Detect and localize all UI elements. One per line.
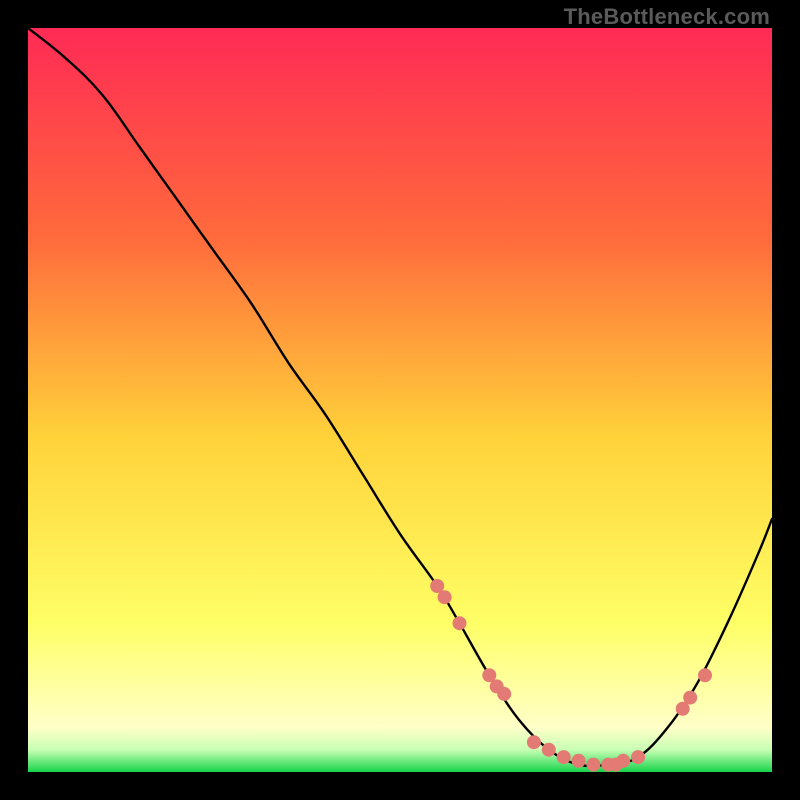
highlight-dot xyxy=(631,750,645,764)
highlight-dots xyxy=(430,579,712,772)
highlight-dot xyxy=(586,758,600,772)
highlight-dot xyxy=(542,743,556,757)
highlight-dot xyxy=(497,687,511,701)
chart-frame xyxy=(28,28,772,772)
plot-area xyxy=(28,28,772,772)
highlight-dot xyxy=(616,754,630,768)
highlight-dot xyxy=(527,735,541,749)
highlight-dot xyxy=(453,616,467,630)
curve-layer xyxy=(28,28,772,772)
highlight-dot xyxy=(683,691,697,705)
watermark-text: TheBottleneck.com xyxy=(564,4,770,30)
highlight-dot xyxy=(557,750,571,764)
highlight-dot xyxy=(698,668,712,682)
bottleneck-curve xyxy=(28,28,772,766)
highlight-dot xyxy=(572,754,586,768)
highlight-dot xyxy=(438,590,452,604)
